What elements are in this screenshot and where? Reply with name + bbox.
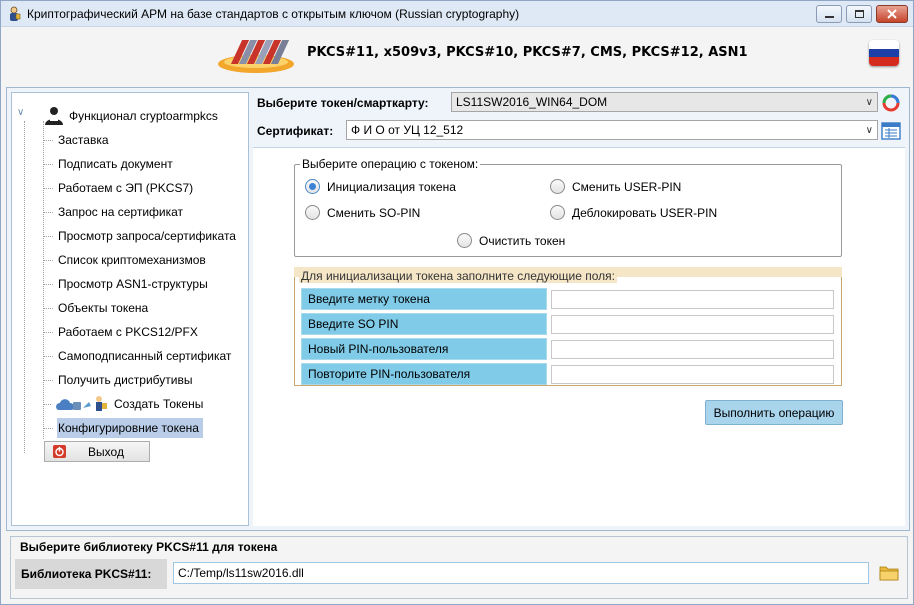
maximize-icon: [854, 10, 864, 18]
sidebar-item-pkcs12[interactable]: Работаем с PKCS12/PFX: [43, 321, 202, 343]
minimize-button[interactable]: [816, 5, 842, 23]
field-label: Введите SO PIN: [301, 313, 547, 335]
chevron-down-icon: ∨: [865, 125, 873, 136]
power-icon: [53, 445, 66, 458]
sidebar-item-pkcs7[interactable]: Работаем с ЭП (PKCS7): [43, 177, 197, 199]
banner-standards-text: PKCS#11, x509v3, PKCS#10, PKCS#7, CMS, P…: [307, 45, 748, 60]
radio-dot: [550, 205, 565, 220]
sidebar-item-view-request[interactable]: Просмотр запроса/сертификата: [43, 225, 240, 247]
radio-dot: [305, 205, 320, 220]
field-repeat-user-pin: Повторите PIN-пользователя: [301, 363, 837, 385]
field-new-user-pin: Новый PIN-пользователя: [301, 338, 837, 360]
radio-change-user-pin[interactable]: Сменить USER-PIN: [550, 179, 681, 194]
radio-label: Деблокировать USER-PIN: [572, 205, 718, 220]
user-icon: [45, 107, 63, 125]
token-select-value: LS11SW2016_WIN64_DOM: [456, 95, 608, 109]
new-user-pin-input[interactable]: [551, 340, 834, 359]
radio-dot: [457, 233, 472, 248]
certificate-view-icon[interactable]: [881, 122, 901, 140]
sidebar-item-label: Конфигурировние токена: [57, 418, 203, 438]
sidebar-item-label: Просмотр ASN1-структуры: [58, 277, 208, 291]
radio-dot: [305, 179, 320, 194]
sidebar-item-label: Работаем с PKCS12/PFX: [58, 325, 198, 339]
banner: PKCS#11, x509v3, PKCS#10, PKCS#7, CMS, P…: [1, 28, 913, 78]
token-label: Выберите токен/смарткарту:: [257, 96, 429, 110]
sidebar-tree: ∨ Функционал cryptoarmpkcs Заставка Подп…: [11, 92, 249, 526]
radio-unblock-user-pin[interactable]: Деблокировать USER-PIN: [550, 205, 717, 220]
radio-label: Очистить токен: [479, 233, 566, 248]
sidebar-item-label: Объекты токена: [58, 301, 149, 315]
close-icon: [887, 9, 897, 19]
token-config-panel: Выберите токен/смарткарту: LS11SW2016_WI…: [253, 92, 905, 526]
app-icon: [10, 6, 21, 21]
chevron-down-icon: ∨: [865, 97, 873, 108]
sidebar-item-label: Работаем с ЭП (PKCS7): [58, 181, 194, 195]
operations-legend: Выберите операцию с токеном:: [300, 157, 481, 171]
sidebar-item-configure-token[interactable]: Конфигурировние токена: [43, 417, 203, 439]
field-token-label: Введите метку токена: [301, 288, 837, 310]
sidebar-item-sign-document[interactable]: Подписать документ: [43, 153, 177, 175]
sidebar-item-label: Подписать документ: [58, 157, 173, 171]
radio-init-token[interactable]: Инициализация токена: [305, 179, 456, 194]
refresh-tokens-icon[interactable]: [881, 93, 901, 113]
sidebar-item-splash[interactable]: Заставка: [43, 129, 113, 151]
sidebar-item-label: Список криптомеханизмов: [58, 253, 206, 267]
radio-clear-token[interactable]: Очистить токен: [457, 233, 565, 248]
sidebar-item-label: Самоподписанный сертификат: [58, 349, 232, 363]
tree-root[interactable]: Функционал cryptoarmpkcs: [43, 106, 218, 126]
sidebar-item-cert-request[interactable]: Запрос на сертификат: [43, 201, 187, 223]
radio-label: Сменить SO-PIN: [327, 205, 421, 220]
tree-expander-icon[interactable]: ∨: [17, 107, 24, 118]
close-button[interactable]: [876, 5, 908, 23]
init-fields-legend: Для инициализации токена заполните следу…: [299, 269, 617, 283]
radio-label: Сменить USER-PIN: [572, 179, 682, 194]
maximize-button[interactable]: [846, 5, 872, 23]
title-bar: Криптографический АРМ на базе стандартов…: [1, 1, 913, 27]
separator: [253, 147, 905, 148]
library-label: Библиотека PKCS#11:: [15, 559, 167, 589]
sidebar-item-label: Создать Токены: [114, 397, 204, 411]
sidebar-item-label: Получить дистрибутивы: [58, 373, 193, 387]
sidebar-item-label: Заставка: [58, 133, 109, 147]
sidebar-item-mechanisms[interactable]: Список криптомеханизмов: [43, 249, 210, 271]
field-label: Повторите PIN-пользователя: [301, 363, 547, 385]
radio-label: Инициализация токена: [327, 179, 456, 194]
minimize-icon: [824, 16, 834, 18]
so-pin-input[interactable]: [551, 315, 834, 334]
token-label-input[interactable]: [551, 290, 834, 309]
sidebar-item-label: Запрос на сертификат: [58, 205, 184, 219]
exit-label: Выход: [88, 444, 124, 459]
window-title: Криптографический АРМ на базе стандартов…: [27, 7, 520, 21]
radio-change-so-pin[interactable]: Сменить SO-PIN: [305, 205, 420, 220]
tree-line: [24, 121, 25, 453]
repeat-user-pin-input[interactable]: [551, 365, 834, 384]
sidebar-item-self-signed[interactable]: Самоподписанный сертификат: [43, 345, 235, 367]
tree-root-label: Функционал cryptoarmpkcs: [69, 109, 218, 123]
sidebar-item-label: Просмотр запроса/сертификата: [58, 229, 236, 243]
sidebar-item-create-tokens[interactable]: Создать Токены: [43, 393, 207, 415]
main-window: Криптографический АРМ на базе стандартов…: [0, 0, 914, 605]
exit-button[interactable]: Выход: [44, 441, 150, 462]
field-label: Новый PIN-пользователя: [301, 338, 547, 360]
sidebar-item-distributions[interactable]: Получить дистрибутивы: [43, 369, 196, 391]
execute-operation-button[interactable]: Выполнить операцию: [705, 400, 843, 425]
certificate-select-value: Ф И О от УЦ 12_512: [351, 123, 464, 137]
russian-flag-icon[interactable]: [869, 40, 899, 66]
library-title: Выберите библиотеку PKCS#11 для токена: [20, 540, 278, 554]
field-label: Введите метку токена: [301, 288, 547, 310]
sidebar-item-token-objects[interactable]: Объекты токена: [43, 297, 152, 319]
certificate-select[interactable]: Ф И О от УЦ 12_512 ∨: [346, 120, 878, 140]
library-path-input[interactable]: C:/Temp/ls11sw2016.dll: [173, 562, 869, 584]
token-select[interactable]: LS11SW2016_WIN64_DOM ∨: [451, 92, 878, 112]
sidebar-item-asn1[interactable]: Просмотр ASN1-структуры: [43, 273, 212, 295]
certificate-label: Сертификат:: [257, 124, 334, 138]
radio-dot: [550, 179, 565, 194]
field-so-pin: Введите SO PIN: [301, 313, 837, 335]
pkcs-logo-icon: [218, 40, 294, 73]
create-tokens-icon: [56, 396, 107, 411]
folder-icon[interactable]: [879, 564, 899, 582]
